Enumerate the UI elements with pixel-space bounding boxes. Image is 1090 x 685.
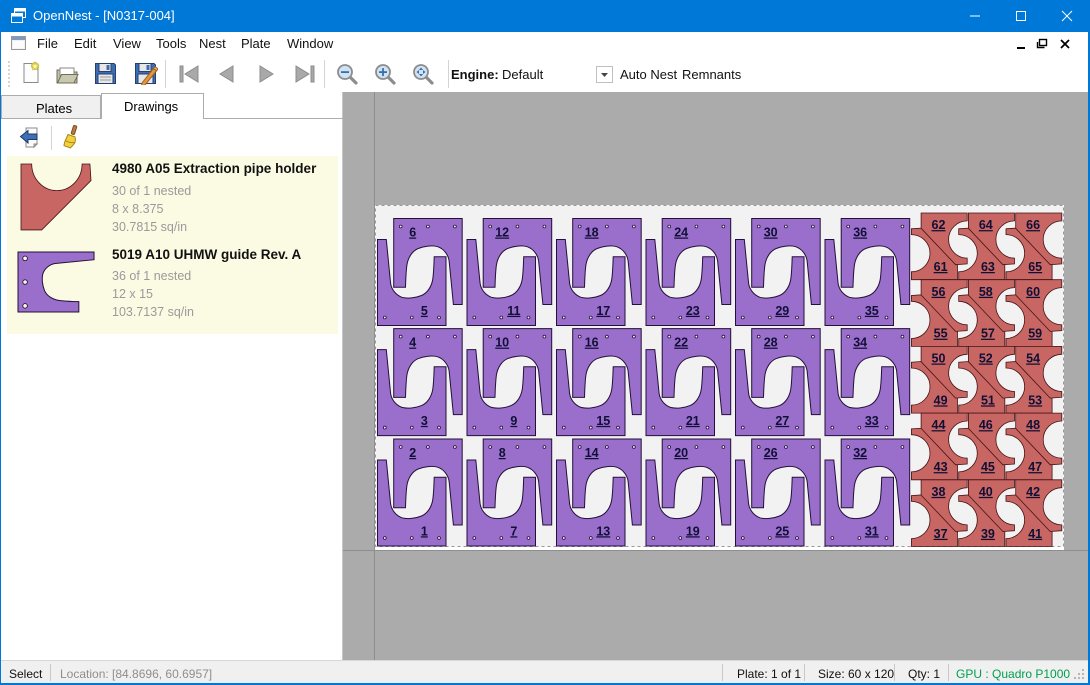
svg-text:37: 37	[934, 527, 948, 541]
svg-text:62: 62	[932, 218, 946, 232]
svg-text:5: 5	[421, 304, 428, 318]
svg-text:16: 16	[585, 336, 599, 350]
svg-text:63: 63	[981, 260, 995, 274]
svg-text:21: 21	[686, 414, 700, 428]
svg-text:48: 48	[1026, 418, 1040, 432]
svg-text:42: 42	[1026, 485, 1040, 499]
svg-text:36: 36	[853, 226, 867, 240]
svg-text:20: 20	[674, 446, 688, 460]
svg-text:66: 66	[1026, 218, 1040, 232]
svg-text:54: 54	[1026, 352, 1040, 366]
svg-text:49: 49	[934, 393, 948, 407]
svg-text:56: 56	[932, 285, 946, 299]
svg-text:33: 33	[865, 414, 879, 428]
svg-text:45: 45	[981, 460, 995, 474]
svg-text:58: 58	[979, 285, 993, 299]
svg-text:11: 11	[507, 304, 520, 318]
svg-text:19: 19	[686, 524, 700, 538]
svg-text:57: 57	[981, 327, 995, 341]
svg-text:52: 52	[979, 352, 993, 366]
svg-text:44: 44	[932, 418, 946, 432]
svg-text:6: 6	[409, 226, 416, 240]
svg-text:55: 55	[934, 327, 948, 341]
svg-text:38: 38	[932, 485, 946, 499]
svg-text:2: 2	[409, 446, 416, 460]
svg-text:7: 7	[510, 524, 517, 538]
svg-text:51: 51	[981, 393, 995, 407]
svg-text:40: 40	[979, 485, 993, 499]
svg-text:61: 61	[934, 260, 948, 274]
svg-text:30: 30	[764, 226, 778, 240]
svg-text:29: 29	[775, 304, 789, 318]
svg-text:43: 43	[934, 460, 948, 474]
svg-text:1: 1	[421, 524, 428, 538]
svg-text:12: 12	[495, 226, 509, 240]
svg-text:24: 24	[674, 226, 688, 240]
svg-text:39: 39	[981, 527, 995, 541]
svg-text:41: 41	[1028, 527, 1042, 541]
svg-text:65: 65	[1028, 260, 1042, 274]
svg-text:25: 25	[775, 524, 789, 538]
svg-text:9: 9	[510, 414, 517, 428]
svg-text:4: 4	[409, 336, 416, 350]
svg-text:46: 46	[979, 418, 993, 432]
svg-text:59: 59	[1028, 327, 1042, 341]
svg-text:13: 13	[596, 524, 610, 538]
svg-text:22: 22	[674, 336, 688, 350]
svg-text:27: 27	[775, 414, 789, 428]
svg-text:53: 53	[1028, 393, 1042, 407]
svg-text:35: 35	[865, 304, 879, 318]
svg-text:26: 26	[764, 446, 778, 460]
svg-text:14: 14	[585, 446, 599, 460]
svg-text:8: 8	[499, 446, 506, 460]
svg-text:10: 10	[495, 336, 509, 350]
svg-text:47: 47	[1028, 460, 1042, 474]
svg-text:34: 34	[853, 336, 867, 350]
svg-text:17: 17	[596, 304, 610, 318]
svg-text:28: 28	[764, 336, 778, 350]
svg-text:32: 32	[853, 446, 867, 460]
svg-text:64: 64	[979, 218, 993, 232]
svg-text:23: 23	[686, 304, 700, 318]
svg-text:50: 50	[932, 352, 946, 366]
svg-text:60: 60	[1026, 285, 1040, 299]
svg-text:18: 18	[585, 226, 599, 240]
svg-text:15: 15	[596, 414, 610, 428]
svg-text:31: 31	[865, 524, 879, 538]
svg-text:3: 3	[421, 414, 428, 428]
